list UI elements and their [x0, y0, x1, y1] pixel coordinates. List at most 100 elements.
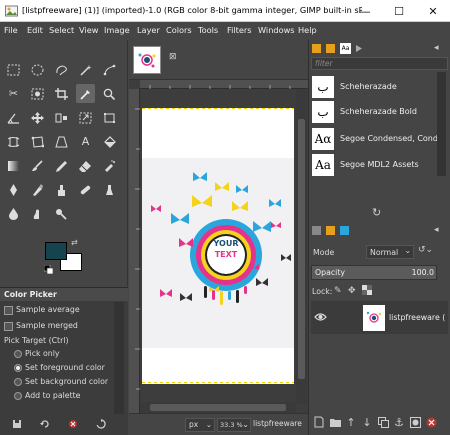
align-icon[interactable]	[52, 108, 71, 127]
close-button[interactable]: ✕	[416, 0, 450, 22]
scissors-icon[interactable]: ✂	[4, 84, 23, 103]
fonts-scrollbar[interactable]	[437, 72, 446, 176]
font-filter-input[interactable]: filter	[311, 57, 448, 70]
paths-tab-icon[interactable]	[340, 226, 349, 235]
zoom-select[interactable]: 33.3 % ⌄	[217, 418, 251, 432]
channels-tab-icon[interactable]	[326, 226, 335, 235]
raise-layer-icon[interactable]: ↑	[345, 415, 357, 429]
font-item[interactable]: Aa Segoe MDL2 Assets	[312, 154, 440, 178]
radio-icon[interactable]	[14, 392, 22, 400]
image-canvas[interactable]: YOUR TEXT	[142, 108, 294, 384]
radio-selected-icon[interactable]	[14, 364, 22, 372]
visibility-eye-icon[interactable]	[314, 311, 327, 323]
paintbrush-icon[interactable]	[28, 156, 47, 175]
color-picker-icon[interactable]	[76, 84, 95, 103]
patterns-tab-icon[interactable]	[326, 44, 335, 53]
vertical-scrollbar[interactable]	[296, 89, 307, 404]
horizontal-scroll-thumb[interactable]	[150, 404, 286, 411]
layer-row[interactable]: listpfreeware (	[311, 301, 448, 334]
ink-icon[interactable]	[4, 180, 23, 199]
foreground-select-icon[interactable]	[28, 84, 47, 103]
new-layer-group-icon[interactable]	[329, 415, 341, 429]
image-tab-thumbnail[interactable]	[133, 46, 161, 74]
delete-layer-icon[interactable]	[425, 415, 437, 429]
target-set-background[interactable]: Set background color	[14, 377, 108, 386]
font-item[interactable]: ب Scheherazade	[312, 76, 440, 100]
radio-icon[interactable]	[14, 350, 22, 358]
brushes-tab-icon[interactable]	[312, 44, 321, 53]
lower-layer-icon[interactable]: ↓	[361, 415, 373, 429]
close-tab-icon[interactable]: ⊠	[169, 52, 181, 64]
text-tool-icon[interactable]: A	[76, 132, 95, 151]
gradient-icon[interactable]	[4, 156, 23, 175]
minimize-button[interactable]: —	[348, 0, 382, 22]
duplicate-layer-icon[interactable]	[377, 415, 389, 429]
warp-transform-icon[interactable]	[4, 132, 23, 151]
menu-layer[interactable]: Layer	[137, 25, 160, 35]
font-item[interactable]: Aα Segoe Condensed, Conde...	[312, 128, 440, 152]
mode-options-icon[interactable]: ↺⌄	[418, 245, 446, 259]
perspective-icon[interactable]	[52, 132, 71, 151]
horizontal-scrollbar[interactable]	[140, 402, 296, 413]
mode-select[interactable]: Normal ⌄	[366, 245, 414, 259]
font-item[interactable]: ب Scheherazade Bold	[312, 101, 440, 125]
menu-select[interactable]: Select	[49, 25, 74, 35]
refresh-fonts-icon[interactable]: ↻	[372, 206, 384, 219]
tab-arrow-icon[interactable]	[356, 45, 362, 52]
ellipse-select-icon[interactable]	[28, 60, 47, 79]
new-layer-icon[interactable]	[313, 415, 325, 429]
menu-edit[interactable]: Edit	[27, 25, 43, 35]
sample-average-option[interactable]: Sample average	[4, 305, 80, 315]
move-icon[interactable]	[28, 108, 47, 127]
sample-merged-checkbox[interactable]	[4, 321, 13, 331]
restore-options-icon[interactable]	[38, 417, 52, 431]
lock-pixels-icon[interactable]: ✎	[334, 286, 342, 296]
vertical-scroll-thumb[interactable]	[298, 119, 305, 379]
bucket-fill-icon[interactable]	[100, 132, 119, 151]
sample-average-checkbox[interactable]	[4, 305, 13, 315]
path-tool-icon[interactable]	[100, 60, 119, 79]
menu-file[interactable]: File	[4, 25, 18, 35]
pencil-icon[interactable]	[52, 156, 71, 175]
unified-transform-icon[interactable]	[100, 108, 119, 127]
zoom-icon[interactable]	[100, 84, 119, 103]
rect-select-icon[interactable]	[4, 60, 23, 79]
layer-name[interactable]: listpfreeware (	[389, 313, 445, 322]
default-colors-icon[interactable]	[43, 264, 54, 275]
chain-link-icon[interactable]	[333, 309, 339, 323]
menu-filters[interactable]: Filters	[227, 25, 252, 35]
perspective-clone-icon[interactable]	[100, 180, 119, 199]
radio-icon[interactable]	[14, 378, 22, 386]
heal-icon[interactable]	[76, 180, 95, 199]
maximize-button[interactable]: ☐	[382, 0, 416, 22]
opacity-slider[interactable]: Opacity 100.0	[311, 265, 437, 280]
eraser-icon[interactable]	[76, 156, 95, 175]
panel-menu-icon[interactable]: ◂	[434, 43, 446, 55]
free-select-icon[interactable]	[52, 60, 71, 79]
foreground-color-swatch-front[interactable]	[45, 242, 67, 260]
fuzzy-select-icon[interactable]	[76, 60, 95, 79]
target-set-foreground[interactable]: Set foreground color	[14, 363, 105, 372]
sample-merged-option[interactable]: Sample merged	[4, 321, 78, 331]
target-add-to-palette[interactable]: Add to palette	[14, 391, 80, 400]
airbrush-icon[interactable]	[100, 156, 119, 175]
blur-icon[interactable]	[4, 204, 23, 223]
layers-panel-menu-icon[interactable]: ◂	[434, 225, 446, 237]
tool-options-scrollbar[interactable]	[114, 302, 124, 414]
transform-icon[interactable]	[76, 108, 95, 127]
menu-image[interactable]: Image	[104, 25, 130, 35]
anchor-layer-icon[interactable]: ⚓	[393, 415, 405, 429]
lock-position-icon[interactable]: ✥	[348, 286, 356, 296]
layer-mask-icon[interactable]	[409, 415, 421, 429]
lock-alpha-icon[interactable]	[362, 285, 372, 295]
save-options-icon[interactable]	[10, 417, 24, 431]
dodge-burn-icon[interactable]	[52, 204, 71, 223]
unit-select[interactable]: px ⌄	[185, 418, 215, 432]
crop-icon[interactable]	[52, 84, 71, 103]
measure-icon[interactable]	[4, 108, 23, 127]
menu-view[interactable]: View	[79, 25, 98, 35]
swap-colors-icon[interactable]: ⇄	[71, 238, 81, 247]
mypaint-brush-icon[interactable]	[28, 180, 47, 199]
smudge-icon[interactable]	[28, 204, 47, 223]
layers-tab-icon[interactable]	[312, 226, 321, 235]
